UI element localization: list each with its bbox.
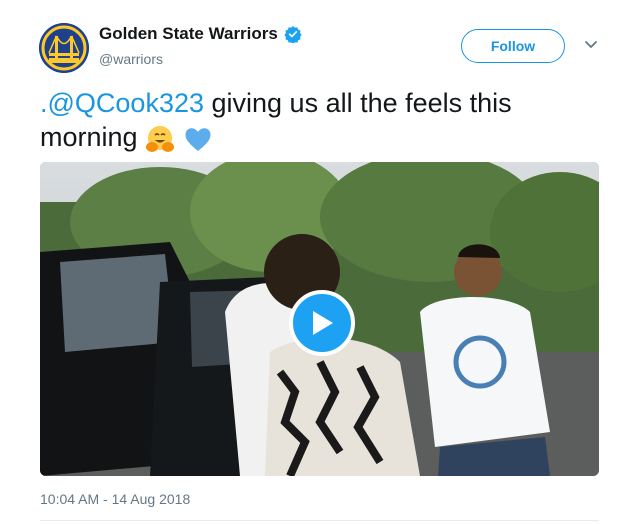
account-name-row[interactable]: Golden State Warriors — [99, 24, 302, 44]
account-handle[interactable]: @warriors — [99, 51, 163, 67]
chevron-down-icon[interactable] — [584, 40, 598, 50]
blue-heart-emoji-icon — [185, 128, 211, 151]
display-name[interactable]: Golden State Warriors — [99, 24, 278, 44]
tweet-timestamp[interactable]: 10:04 AM - 14 Aug 2018 — [40, 491, 190, 507]
follow-button[interactable]: Follow — [461, 29, 565, 63]
hugging-face-emoji-icon — [146, 125, 175, 152]
avatar[interactable] — [39, 23, 89, 73]
verified-badge-icon — [284, 26, 302, 43]
play-button[interactable] — [289, 290, 355, 356]
mention-link[interactable]: .@QCook323 — [40, 88, 204, 118]
play-icon — [313, 311, 333, 335]
tweet-text-line2: morning — [40, 122, 146, 152]
tweet-text: .@QCook323 giving us all the feels this … — [40, 86, 600, 154]
tweet-text-line1: giving us all the feels this — [204, 88, 512, 118]
warriors-logo-icon — [39, 23, 89, 73]
video-player[interactable] — [40, 162, 599, 476]
divider — [40, 520, 599, 521]
